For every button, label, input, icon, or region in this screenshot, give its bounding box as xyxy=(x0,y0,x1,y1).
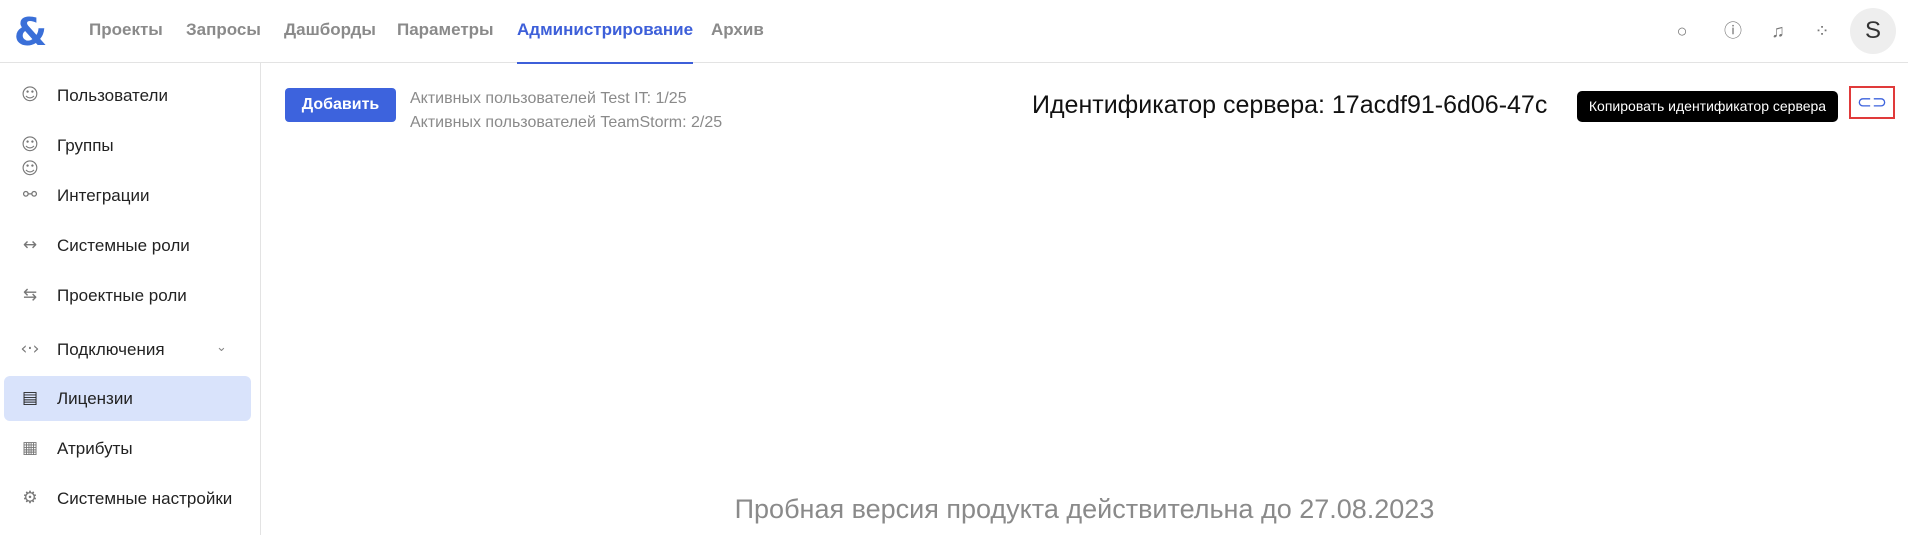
sidebar-item-label: Группы xyxy=(57,136,114,155)
nav-administration[interactable]: Администрирование xyxy=(517,20,694,64)
sidebar-item-licenses[interactable]: ▤ Лицензии xyxy=(4,376,251,421)
sidebar-item-project-roles[interactable]: ⇆ Проектные роли xyxy=(4,273,251,318)
nav-requests[interactable]: Запросы xyxy=(186,20,261,40)
top-header: & Проекты Запросы Дашборды Параметры Адм… xyxy=(0,0,1908,64)
connections-icon: ‹·› xyxy=(20,339,40,359)
gear-icon: ⚙ xyxy=(22,488,38,508)
sidebar-item-system-roles[interactable]: ↔ Системные роли xyxy=(4,223,251,268)
sidebar-item-users[interactable]: ☺ Пользователи xyxy=(4,73,251,118)
sidebar-item-integrations[interactable]: ⚯ Интеграции xyxy=(4,173,251,218)
sidebar-item-label: Системные настройки xyxy=(57,489,233,508)
sidebar-item-label: Атрибуты xyxy=(57,439,133,458)
integrations-icon: ⚯ xyxy=(22,185,38,205)
nav-parameters[interactable]: Параметры xyxy=(397,20,494,40)
sidebar-item-label: Системные роли xyxy=(57,236,190,255)
sidebar-item-label: Проектные роли xyxy=(57,286,187,305)
sidebar-item-label: Лицензии xyxy=(57,389,133,408)
attributes-icon: ▦ xyxy=(21,438,39,458)
help-icon[interactable]: ⓘ xyxy=(1720,18,1746,44)
sidebar-item-label: Подключения xyxy=(57,340,165,359)
copy-tooltip: Копировать идентификатор сервера xyxy=(1577,91,1838,122)
avatar[interactable]: S xyxy=(1850,8,1896,54)
sidebar: ☺ Пользователи ☺☺ Группы ⚯ Интеграции ↔ Сист… xyxy=(0,63,261,535)
sidebar-item-attributes[interactable]: ▦ Атрибуты xyxy=(4,426,251,471)
group-icon: ☺☺ xyxy=(21,135,39,179)
system-roles-icon: ↔ xyxy=(22,235,38,255)
chevron-down-icon[interactable]: ⌄ xyxy=(216,339,227,355)
apps-icon[interactable]: ⁘ xyxy=(1809,18,1835,44)
nav-archive[interactable]: Архив xyxy=(711,20,764,40)
nav-projects[interactable]: Проекты xyxy=(89,20,163,40)
bell-icon[interactable]: ♫ xyxy=(1765,18,1791,44)
add-button[interactable]: Добавить xyxy=(285,88,396,122)
nav-dashboards[interactable]: Дашборды xyxy=(284,20,376,40)
license-icon: ▤ xyxy=(21,388,39,408)
search-icon[interactable]: ○ xyxy=(1669,18,1695,44)
server-id: Идентификатор сервера: 17acdf91-6d06-47c xyxy=(1032,91,1548,119)
sidebar-item-system-settings[interactable]: ⚙ Системные настройки xyxy=(4,476,251,521)
sidebar-item-groups[interactable]: ☺☺ Группы xyxy=(4,123,251,179)
sidebar-item-label: Интеграции xyxy=(57,186,150,205)
active-users-teamstorm: Активных пользователей TeamStorm: 2/25 xyxy=(410,114,723,131)
project-roles-icon: ⇆ xyxy=(22,285,38,305)
logo-icon[interactable]: & xyxy=(14,10,47,54)
sidebar-item-label: Пользователи xyxy=(57,86,168,105)
sidebar-item-connections[interactable]: ‹·› Подключения ⌄ xyxy=(4,327,251,372)
user-icon: ☺ xyxy=(21,85,39,105)
copy-link-icon[interactable]: ⊂⊃ xyxy=(1849,86,1895,119)
active-users-testit: Активных пользователей Test IT: 1/25 xyxy=(410,90,687,107)
trial-notice: Пробная версия продукта действительна до… xyxy=(734,494,1435,524)
